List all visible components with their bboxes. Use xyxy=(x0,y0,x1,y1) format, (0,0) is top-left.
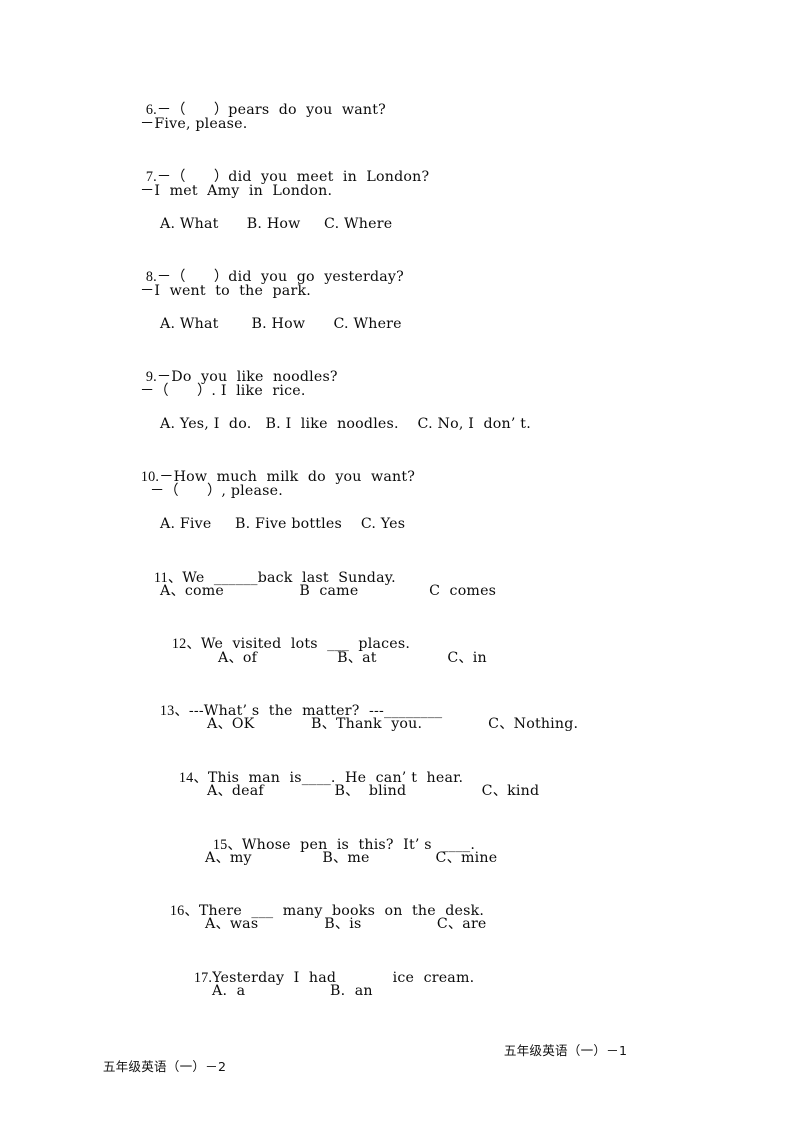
question-12-options[interactable]: A、of B、at C、in xyxy=(218,648,487,668)
question-11-options[interactable]: A、come B came C comes xyxy=(160,581,496,601)
question-8-options[interactable]: A. What B. How C. Where xyxy=(160,314,402,334)
question-14-number: 14、 xyxy=(178,770,208,786)
exam-page: 6.－（ ）pears do you want? －Five, please. … xyxy=(0,0,794,1123)
question-9-options[interactable]: A. Yes, I do. B. I like noodles. C. No, … xyxy=(160,414,531,434)
question-15-options[interactable]: A、my B、me C、mine xyxy=(205,848,497,868)
question-7-options[interactable]: A. What B. How C. Where xyxy=(160,214,392,234)
footer-right-text: 五年级英语（一）－1 xyxy=(503,1043,628,1058)
question-10-options[interactable]: A. Five B. Five bottles C. Yes xyxy=(160,514,405,534)
question-17-options[interactable]: A. a B. an xyxy=(212,981,373,1001)
question-16-options[interactable]: A、was B、is C、are xyxy=(205,914,487,934)
question-14-options[interactable]: A、deaf B、 blind C、kind xyxy=(207,781,539,801)
footer-right: 五年级英语（一）－1 xyxy=(487,1025,627,1074)
question-10-reply: －（ ）, please. xyxy=(150,483,283,499)
question-6-reply: －Five, please. xyxy=(140,116,248,132)
footer-left: 五年级英语（一）－2 xyxy=(86,1041,226,1090)
footer-left-text: 五年级英语（一）－2 xyxy=(102,1059,227,1074)
question-16-number: 16、 xyxy=(169,903,199,919)
question-17-number: 17. xyxy=(193,970,213,986)
question-8-reply: －I went to the park. xyxy=(140,283,311,299)
question-7-reply: －I met Amy in London. xyxy=(140,183,333,199)
question-13-options[interactable]: A、OK B、Thank you. C、Nothing. xyxy=(207,714,578,734)
question-9-reply: －（ ）. I like rice. xyxy=(140,383,306,399)
question-12-number: 12、 xyxy=(171,636,201,652)
question-13-number: 13、 xyxy=(159,703,189,719)
